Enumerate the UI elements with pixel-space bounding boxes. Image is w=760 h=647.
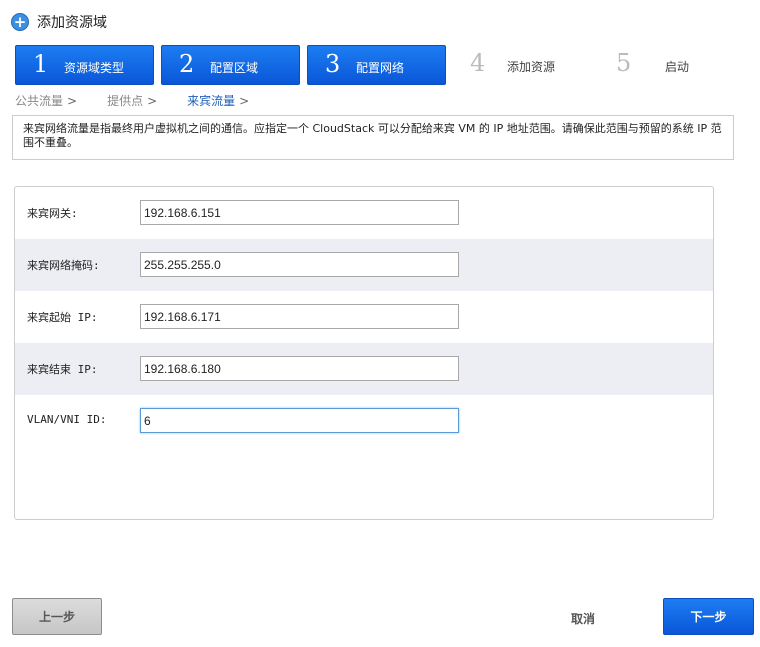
wizard-steps: 1 资源域类型 2 配置区域 3 配置网络 4 添加资源 5 启动 bbox=[15, 45, 760, 85]
step-label: 启动 bbox=[665, 60, 690, 74]
start-ip-input[interactable] bbox=[140, 304, 459, 329]
breadcrumb-guest-traffic[interactable]: 来宾流量 > bbox=[187, 92, 249, 109]
step-number: 1 bbox=[33, 50, 49, 78]
form-row-vlan: VLAN/VNI ID: bbox=[15, 395, 713, 447]
dialog-title-bar: + 添加资源域 bbox=[11, 12, 107, 32]
step-label: 资源域类型 bbox=[64, 61, 125, 75]
form-row-gateway: 来宾网关: bbox=[15, 187, 713, 239]
dialog-title: 添加资源域 bbox=[37, 15, 107, 31]
step-1: 1 资源域类型 bbox=[15, 45, 154, 85]
step-number: 5 bbox=[616, 49, 632, 77]
form-row-start-ip: 来宾起始 IP: bbox=[15, 291, 713, 343]
end-ip-label: 来宾结束 IP: bbox=[27, 363, 98, 376]
form-row-end-ip: 来宾结束 IP: bbox=[15, 343, 713, 395]
next-button[interactable]: 下一步 bbox=[663, 598, 754, 635]
previous-button[interactable]: 上一步 bbox=[12, 598, 102, 635]
step-label: 配置区域 bbox=[210, 61, 259, 75]
breadcrumb-pod[interactable]: 提供点 > bbox=[107, 92, 157, 109]
plus-circle-icon: + bbox=[11, 13, 29, 31]
step-number: 4 bbox=[470, 49, 486, 77]
gateway-label: 来宾网关: bbox=[27, 207, 78, 220]
netmask-input[interactable] bbox=[140, 252, 459, 277]
step-2: 2 配置区域 bbox=[161, 45, 300, 85]
step-label: 配置网络 bbox=[356, 61, 405, 75]
form-row-netmask: 来宾网络掩码: bbox=[15, 239, 713, 291]
vlan-label: VLAN/VNI ID: bbox=[27, 413, 107, 426]
breadcrumb: 公共流量 > 提供点 > 来宾流量 > bbox=[15, 92, 279, 109]
chevron-right-icon: > bbox=[239, 94, 250, 108]
guest-traffic-form: 来宾网关: 来宾网络掩码: 来宾起始 IP: 来宾结束 IP: VLAN/VNI… bbox=[14, 186, 714, 520]
netmask-label: 来宾网络掩码: bbox=[27, 259, 100, 272]
chevron-right-icon: > bbox=[67, 94, 78, 108]
step-5: 5 启动 bbox=[599, 45, 738, 85]
step-4: 4 添加资源 bbox=[453, 45, 592, 85]
step-number: 3 bbox=[325, 50, 341, 78]
end-ip-input[interactable] bbox=[140, 356, 459, 381]
breadcrumb-public-traffic[interactable]: 公共流量 > bbox=[15, 92, 77, 109]
step-number: 2 bbox=[179, 50, 195, 78]
description-text: 来宾网络流量是指最终用户虚拟机之间的通信。应指定一个 CloudStack 可以… bbox=[12, 115, 734, 160]
vlan-input[interactable] bbox=[140, 408, 459, 433]
gateway-input[interactable] bbox=[140, 200, 459, 225]
step-3: 3 配置网络 bbox=[307, 45, 446, 85]
chevron-right-icon: > bbox=[147, 94, 158, 108]
start-ip-label: 来宾起始 IP: bbox=[27, 311, 98, 324]
cancel-button[interactable]: 取消 bbox=[571, 610, 595, 627]
step-label: 添加资源 bbox=[507, 60, 556, 74]
